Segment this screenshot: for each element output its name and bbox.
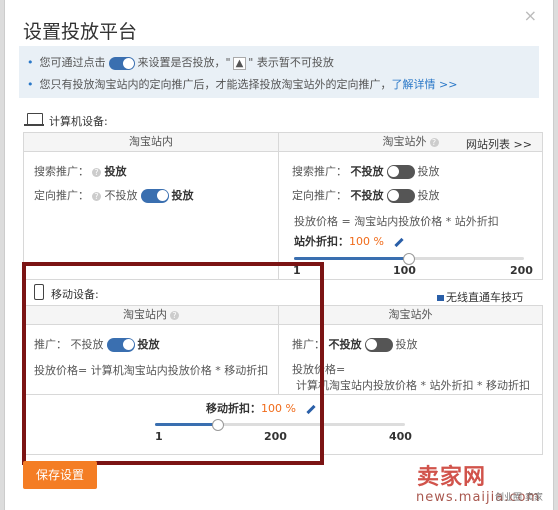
settings-dialog: 设置投放平台 × • 您可通过点击 来设置是否投放，" ▲ " 表示暂不可投放 • 您只有… (4, 0, 554, 510)
mobile-outside-formula-2: 计算机淘宝站内投放价格 * 站外折扣 * 移动折扣 (296, 379, 530, 392)
pc-outside-discount-row: 站外折扣：100 % (294, 233, 404, 249)
pc-inside-target-toggle[interactable] (140, 189, 169, 203)
bullet-icon: • (27, 78, 34, 91)
pc-outside-search-row: 搜索推广： 不投放 投放 (292, 165, 440, 179)
save-button[interactable]: 保存设置 (23, 461, 97, 489)
pc-outside-discount-slider[interactable] (294, 253, 524, 265)
warning-icon: ▲ (232, 57, 247, 70)
toggle-sample-icon (108, 56, 135, 70)
notice-box: • 您可通过点击 来设置是否投放，" ▲ " 表示暂不可投放 • 您只有投放淘宝站内的定向… (19, 46, 539, 98)
help-icon[interactable]: ? (92, 191, 101, 201)
help-icon[interactable]: ? (92, 167, 101, 177)
watermark-small: 创业圈 卖家 (495, 493, 543, 503)
slider-max-label: 400 (389, 430, 412, 443)
pc-inside-target-row: 定向推广：? 不投放 投放 (34, 189, 194, 203)
pc-outside-formula: 投放价格 = 淘宝站内投放价格 * 站外折扣 (294, 215, 499, 228)
mobile-outside-toggle[interactable] (364, 338, 393, 352)
slider-max-label: 200 (510, 264, 533, 277)
dialog-title: 设置投放平台 (23, 21, 138, 43)
edit-pencil-icon[interactable] (394, 237, 404, 247)
notice-line-1: • 您可通过点击 来设置是否投放，" ▲ " 表示暂不可投放 (27, 56, 334, 70)
video-link[interactable]: 无线直通车技巧 (437, 289, 523, 305)
help-icon[interactable]: ? (429, 137, 439, 147)
notice-line-2: • 您只有投放淘宝站内的定向推广后，才能选择投放淘宝站外的定向推广，了解详情 >> (27, 78, 458, 91)
slider-fill (294, 257, 408, 260)
highlight-frame (22, 262, 324, 465)
pc-inside-search-row: 搜索推广：? 投放 (34, 165, 127, 178)
learn-more-link[interactable]: 了解详情 >> (392, 78, 458, 91)
pc-outside-target-toggle[interactable] (386, 189, 415, 203)
pc-section-header: 计算机设备: (49, 115, 108, 128)
bullet-icon: • (27, 56, 34, 69)
video-icon (437, 295, 444, 301)
pc-inside-header: 淘宝站内 (24, 133, 278, 152)
computer-icon (24, 113, 44, 126)
pc-settings-box: 淘宝站内 淘宝站外? 网站列表 >> 搜索推广：? 投放 定向推广：? 不投放投… (23, 132, 543, 280)
pc-outside-search-toggle[interactable] (386, 165, 415, 179)
slider-mid-label: 100 (393, 264, 416, 277)
site-list-link[interactable]: 网站列表 >> (466, 136, 532, 152)
pc-outside-target-row: 定向推广： 不投放 投放 (292, 189, 440, 203)
watermark-brand: 卖家网 (417, 465, 487, 490)
close-icon[interactable]: × (524, 6, 537, 25)
